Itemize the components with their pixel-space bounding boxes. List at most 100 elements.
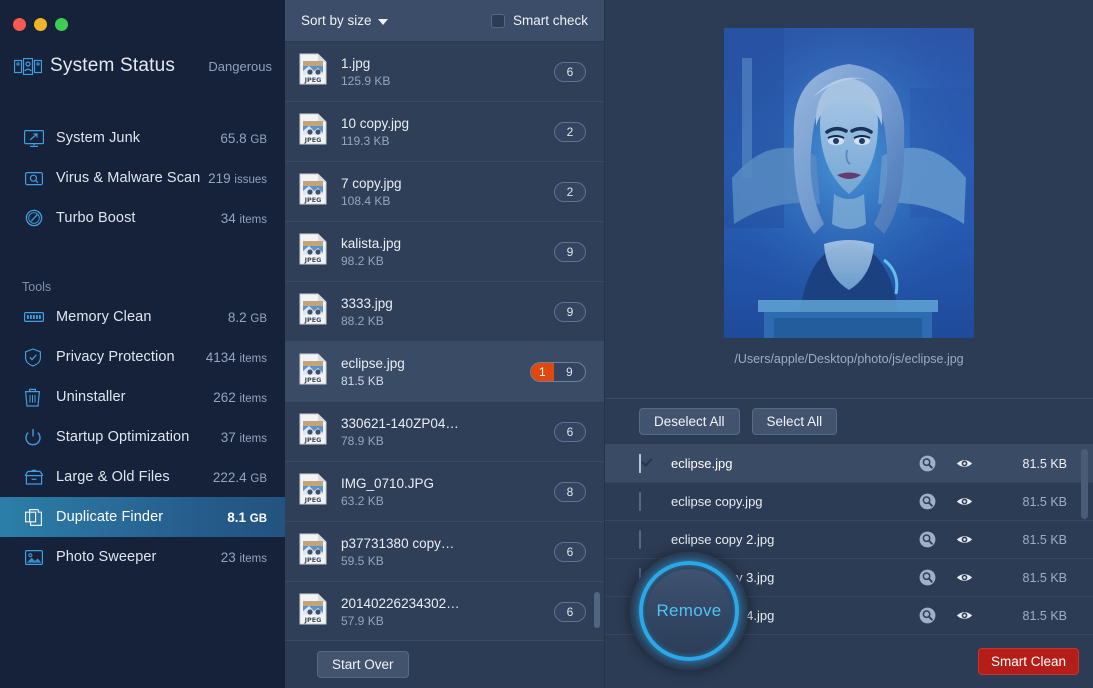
table-row[interactable]: JPEG 7 copy.jpg 108.4 KB 2 [285,162,604,222]
duplicate-row-checkbox-wrap[interactable] [639,453,655,473]
file-name: kalista.jpg [341,235,402,251]
status-badge: Dangerous [208,58,272,74]
start-over-button[interactable]: Start Over [317,651,409,678]
remove-button-inner[interactable]: Remove [647,569,731,653]
sidebar-item-label: Duplicate Finder [56,509,164,525]
magnifier-icon-button[interactable] [919,607,936,624]
table-row[interactable]: JPEG p37731380 copy… 59.5 KB 6 [285,522,604,582]
duplicate-count: 6 [566,64,574,79]
magnifier-icon-button[interactable] [919,455,936,472]
table-row[interactable]: JPEG IMG_0710.JPG 63.2 KB 8 [285,462,604,522]
jpeg-file-icon: JPEG [299,233,329,270]
select-all-button[interactable]: Select All [751,408,838,435]
table-row[interactable]: JPEG 1.jpg 125.9 KB 6 [285,42,604,102]
duplicate-count: 9 [566,244,574,259]
duplicate-count-badge: 2 [554,181,586,202]
filelist-scrollbar[interactable] [594,592,600,628]
chevron-down-icon [377,18,388,25]
smart-clean-button[interactable]: Smart Clean [977,648,1079,675]
magnifier-icon-button[interactable] [919,569,936,586]
selected-count-badge: 1 [531,362,554,381]
sidebar-item-memory-clean[interactable]: Memory Clean 8.2 GB [0,297,285,337]
sidebar-item-label: Memory Clean [56,309,152,325]
file-size: 119.3 KB [341,133,390,148]
duplicate-file-name: eclipse.jpg [671,456,733,471]
system-status-header[interactable]: System Status Dangerous [14,55,272,77]
sidebar-item-startup-optimization[interactable]: Startup Optimization 37 items [0,417,285,457]
sidebar-item-label: Uninstaller [56,389,126,405]
row-actions [919,607,973,624]
duplicate-row-checkbox[interactable] [639,491,641,511]
duplicate-count: 9 [566,304,574,319]
close-window-button[interactable] [13,18,26,31]
photo-icon [24,549,56,566]
duplicate-count: 2 [566,124,574,139]
duplicate-count-badge: 6 [554,61,586,82]
magnifier-icon [919,569,936,586]
sidebar-item-large-old-files[interactable]: Large & Old Files 222.4 GB [0,457,285,497]
duplicate-file-size: 81.5 KB [1022,532,1067,547]
minimize-window-button[interactable] [34,18,47,31]
table-row[interactable]: JPEG 330621-140ZP04… 78.9 KB 6 [285,402,604,462]
list-item[interactable]: eclipse copy.jpg 81.5 KB [605,483,1093,521]
eye-icon [956,460,973,467]
jpeg-file-icon: JPEG [299,113,329,150]
system-status-icon [14,57,48,75]
table-row[interactable]: JPEG kalista.jpg 98.2 KB 9 [285,222,604,282]
eye-icon-button[interactable] [956,493,973,510]
table-row[interactable]: JPEG eclipse.jpg 81.5 KB 1 9 [285,342,604,402]
deselect-all-button[interactable]: Deselect All [639,408,740,435]
sidebar-item-uninstaller[interactable]: Uninstaller 262 items [0,377,285,417]
eye-icon-button[interactable] [956,455,973,472]
eye-icon-button[interactable] [956,531,973,548]
sidebar-item-value: 65.8 GB [220,130,267,146]
sidebar-item-value: 8.2 GB [227,309,267,325]
row-actions [919,455,973,472]
duplicate-row-checkbox-wrap[interactable] [639,491,655,511]
magnifier-icon [919,607,936,624]
sidebar-tools-nav: Memory Clean 8.2 GB Privacy Protection 4… [0,297,285,577]
sidebar-item-value: 23 items [220,549,267,565]
list-item[interactable]: eclipse.jpg 81.5 KB [605,445,1093,483]
sidebar-item-duplicate-finder[interactable]: Duplicate Finder 8.1 GB [0,497,285,537]
sidebar-item-photo-sweeper[interactable]: Photo Sweeper 23 items [0,537,285,577]
remove-button[interactable]: Remove [630,552,748,670]
svg-text:JPEG: JPEG [304,196,322,204]
zoom-window-button[interactable] [55,18,68,31]
jpeg-file-icon: JPEG [299,533,329,570]
jpeg-file-icon: JPEG [299,233,327,265]
gauge-icon [24,209,56,227]
jpeg-file-icon: JPEG [299,173,329,210]
page-title: System Status [50,55,176,76]
sidebar-item-virus-malware-scan[interactable]: Virus & Malware Scan 219 issues [0,158,285,198]
magnifier-icon-button[interactable] [919,531,936,548]
duplicate-list-scrollbar[interactable] [1081,449,1088,519]
sidebar-item-turbo-boost[interactable]: Turbo Boost 34 items [0,198,285,238]
eye-icon-button[interactable] [956,607,973,624]
sort-by-size-dropdown[interactable]: Sort by size [301,13,388,28]
magnifier-icon-button[interactable] [919,493,936,510]
magnifier-icon [919,531,936,548]
duplicate-groups-list[interactable]: JPEG 1.jpg 125.9 KB 6 JPEG 10 copy.jpg 119.3 K… [285,42,604,640]
duplicate-icon [24,508,56,527]
sidebar-item-value: 262 items [213,389,267,405]
sidebar-item-privacy-protection[interactable]: Privacy Protection 4134 items [0,337,285,377]
jpeg-file-icon: JPEG [299,293,327,325]
duplicate-row-checkbox[interactable] [639,453,641,473]
sidebar-item-value: 8.1 GB [227,509,267,525]
smart-check-checkbox[interactable] [490,13,505,28]
duplicate-count: 8 [566,484,574,499]
table-row[interactable]: JPEG 10 copy.jpg 119.3 KB 2 [285,102,604,162]
sidebar-item-system-junk[interactable]: System Junk 65.8 GB [0,118,285,158]
duplicate-row-checkbox-wrap[interactable] [639,529,655,549]
table-row[interactable]: JPEG 3333.jpg 88.2 KB 9 [285,282,604,342]
duplicate-count: 2 [566,184,574,199]
file-size: 125.9 KB [341,73,391,88]
table-row[interactable]: JPEG 20140226234302… 57.9 KB 6 [285,582,604,640]
duplicate-row-checkbox[interactable] [639,529,641,549]
file-name: 10 copy.jpg [341,115,410,131]
eye-icon-button[interactable] [956,569,973,586]
smart-check-toggle[interactable]: Smart check [490,13,588,28]
file-name: 20140226234302… [341,595,460,611]
file-size: 108.4 KB [341,193,391,208]
